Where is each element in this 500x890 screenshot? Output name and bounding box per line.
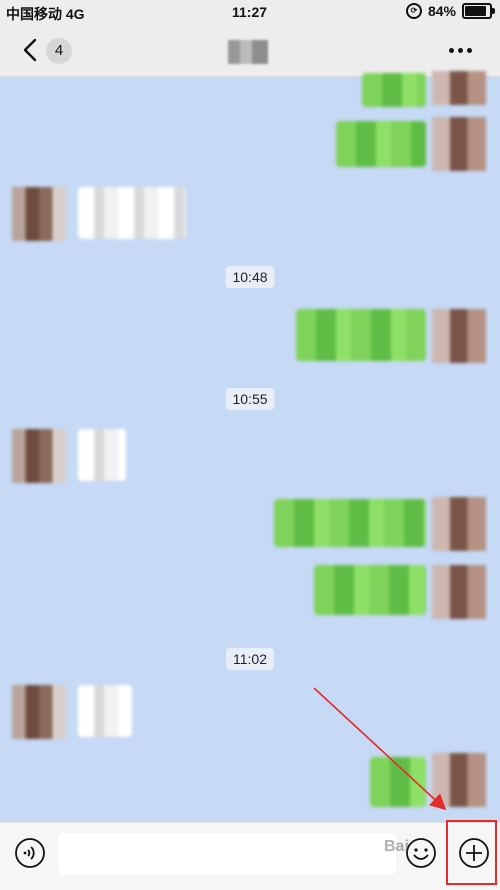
status-bar: 中国移动 4G 11:27 ⟳ 84% [0, 0, 500, 26]
message-bubble-sent[interactable] [336, 121, 426, 167]
avatar[interactable] [432, 117, 486, 171]
battery-percent: 84% [427, 3, 456, 19]
voice-icon[interactable] [14, 837, 46, 869]
input-bar [0, 822, 500, 890]
avatar[interactable] [432, 565, 486, 619]
message-list[interactable]: 10:48 10:55 11:02 [0, 71, 500, 822]
status-right: ⟳ 84% [405, 3, 495, 19]
message-bubble-sent[interactable] [314, 565, 426, 615]
avatar[interactable] [432, 71, 486, 105]
message-bubble-received[interactable] [78, 685, 132, 737]
more-icon[interactable] [449, 48, 472, 53]
avatar[interactable] [12, 685, 66, 739]
clock: 11:27 [232, 4, 268, 20]
avatar[interactable] [432, 309, 486, 363]
emoji-icon[interactable] [405, 837, 437, 869]
chat-title [228, 40, 268, 64]
message-bubble-sent[interactable] [362, 73, 426, 107]
watermark: Bai [384, 838, 409, 855]
unread-count-badge[interactable]: 4 [46, 38, 72, 64]
message-bubble-received[interactable] [78, 429, 126, 481]
message-bubble-sent[interactable] [296, 309, 426, 361]
message-bubble-sent[interactable] [370, 757, 426, 807]
message-timestamp: 10:55 [225, 388, 275, 410]
avatar[interactable] [12, 429, 66, 483]
message-bubble-received[interactable] [78, 187, 186, 239]
avatar[interactable] [12, 187, 66, 241]
message-timestamp: 10:48 [225, 266, 275, 288]
chevron-left-icon[interactable] [18, 37, 44, 63]
avatar[interactable] [432, 753, 486, 807]
message-bubble-sent[interactable] [274, 499, 426, 547]
rotation-lock-icon: ⟳ [405, 3, 422, 19]
annotation-highlight-box [446, 820, 497, 885]
carrier-label: 中国移动 4G [6, 6, 85, 22]
message-input[interactable] [58, 833, 396, 875]
avatar[interactable] [432, 497, 486, 551]
battery-icon [462, 3, 495, 19]
chat-header: 4 [0, 26, 500, 77]
message-timestamp: 11:02 [226, 648, 274, 670]
